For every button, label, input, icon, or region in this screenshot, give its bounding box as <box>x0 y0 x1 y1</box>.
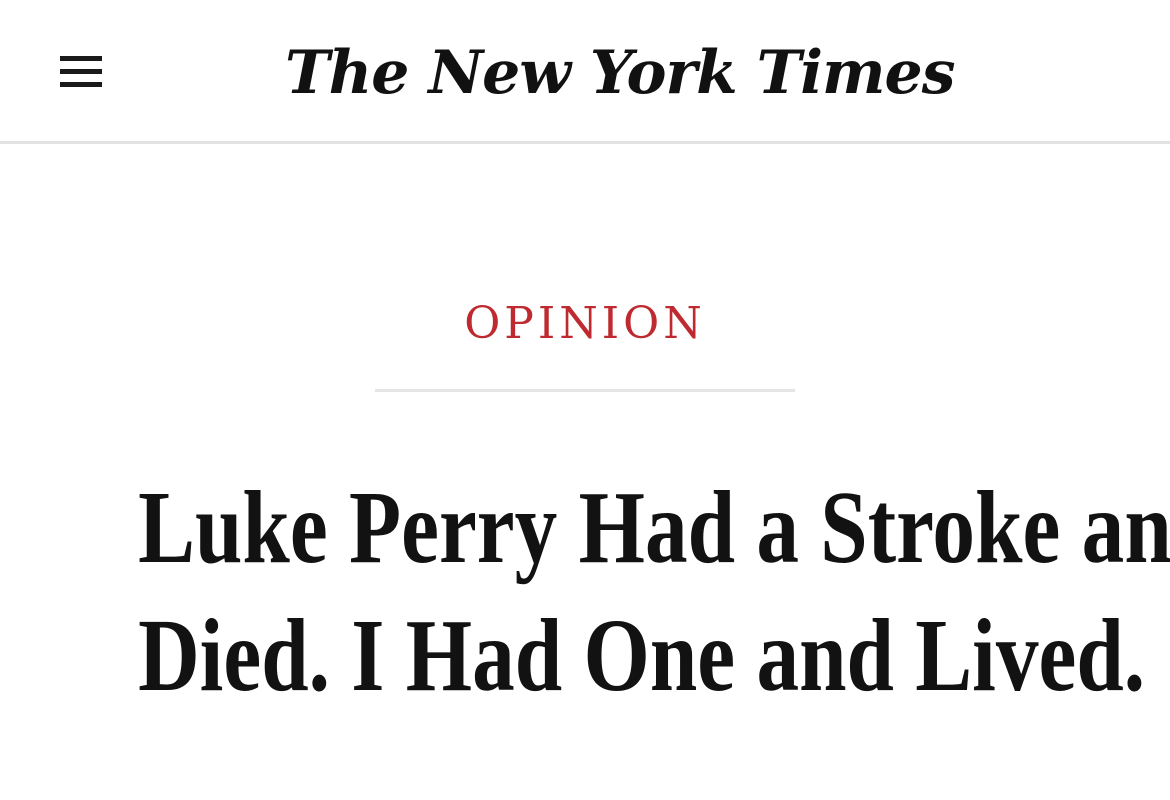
article-headline: Luke Perry Had a Stroke and Died. I Had … <box>138 464 1170 720</box>
section-label[interactable]: OPINION <box>0 296 1170 352</box>
hamburger-menu-icon-bottom-bar <box>60 82 102 87</box>
headline-line-2: Died. I Had One and Lived. <box>138 598 1146 713</box>
section-divider <box>375 389 795 392</box>
menu-button[interactable] <box>56 52 106 92</box>
headline-line-1: Luke Perry Had a Stroke and <box>138 470 1170 585</box>
hamburger-menu-icon-middle-bar <box>60 69 102 74</box>
hamburger-menu-icon <box>60 56 102 61</box>
site-header: The New York Times <box>0 0 1170 144</box>
masthead-logo[interactable]: The New York Times <box>285 28 955 118</box>
